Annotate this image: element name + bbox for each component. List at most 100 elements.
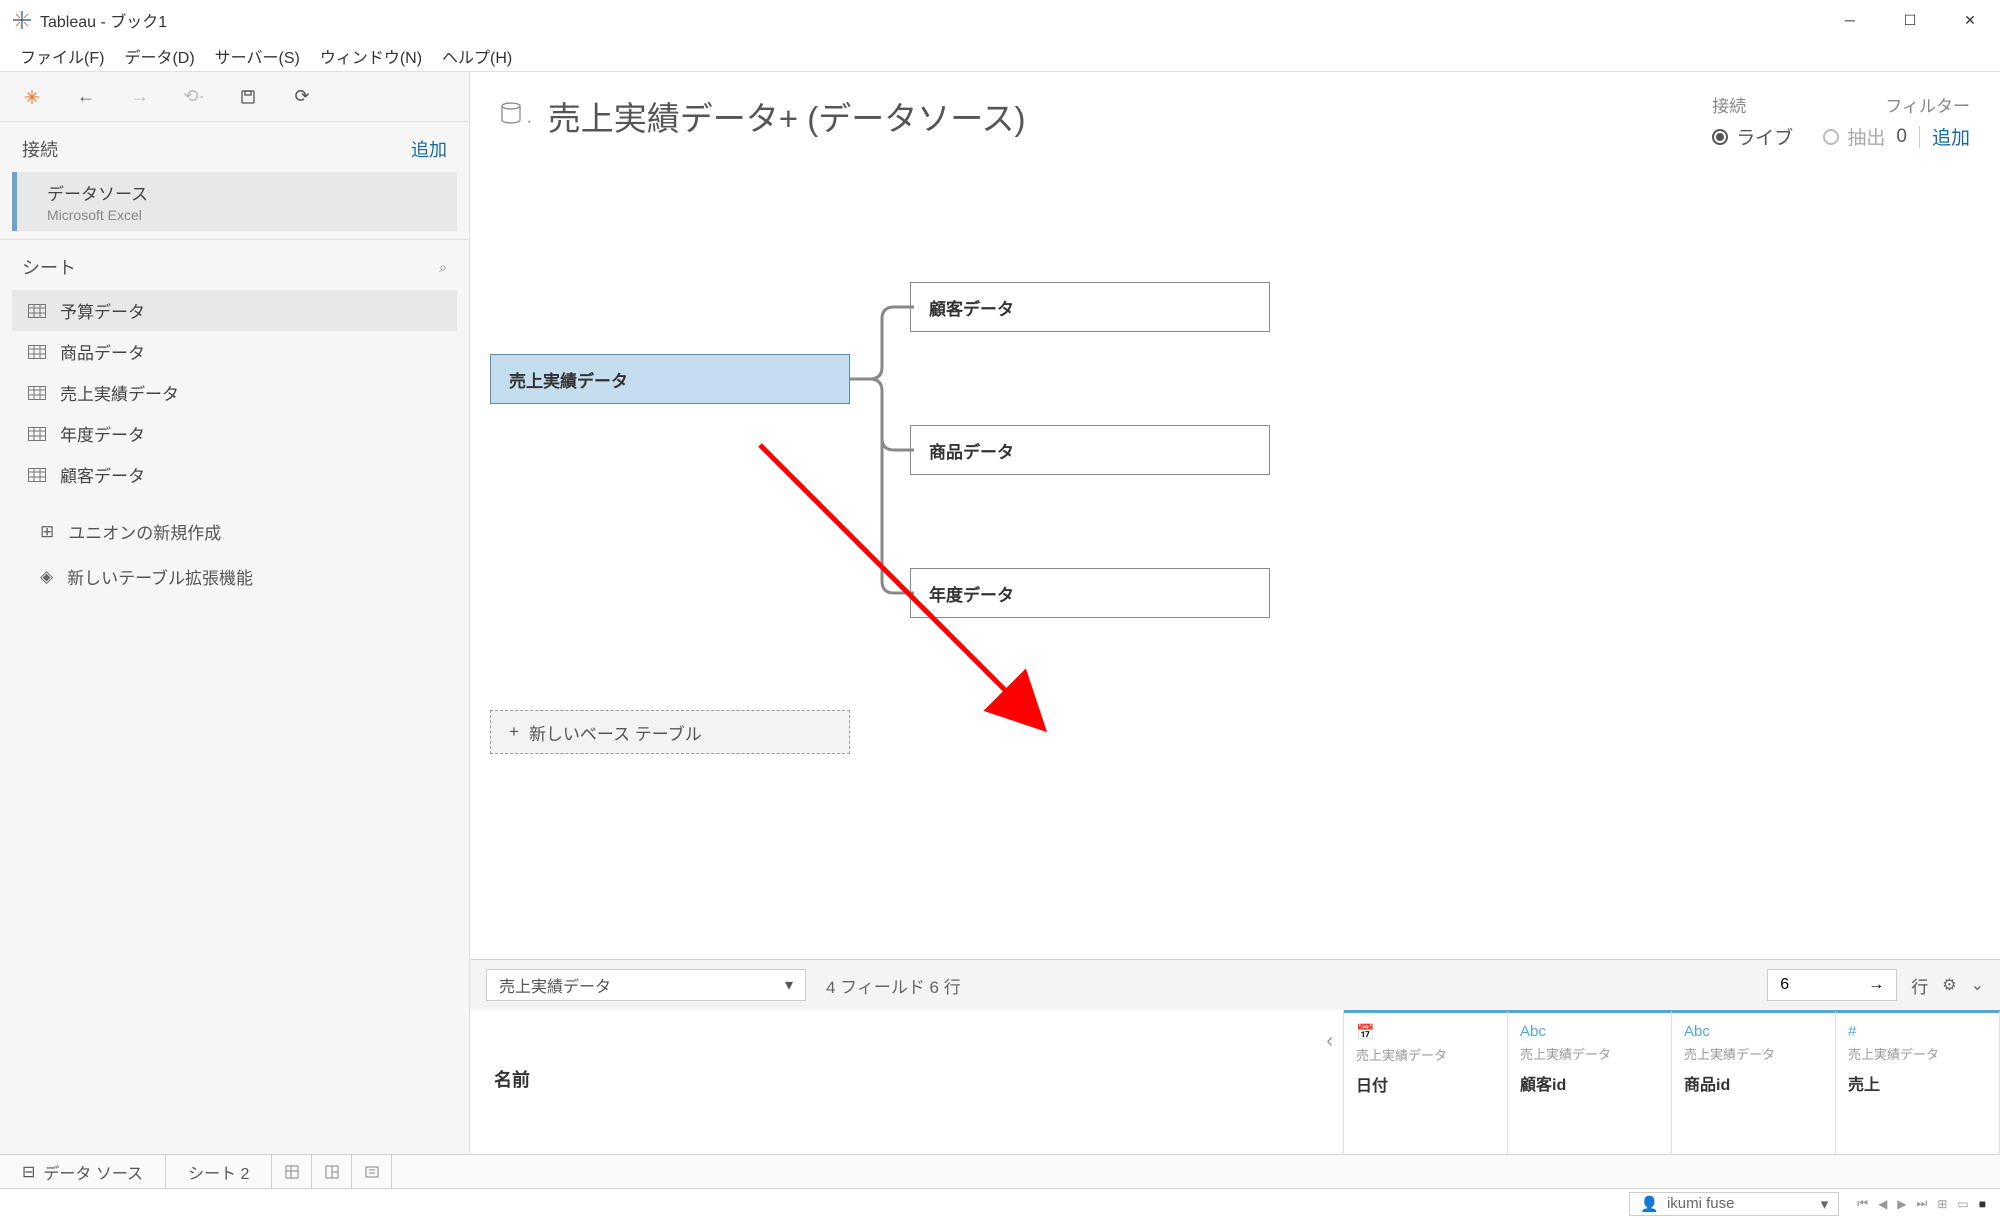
live-radio[interactable]: ライブ	[1712, 123, 1793, 150]
menu-server[interactable]: サーバー(S)	[205, 40, 310, 72]
menu-help[interactable]: ヘルプ(H)	[432, 40, 522, 72]
user-dropdown[interactable]: 👤ikumi fuse ▾	[1629, 1192, 1839, 1216]
new-union[interactable]: ⊞ ユニオンの新規作成	[12, 509, 457, 554]
sheet-label: 顧客データ	[60, 462, 145, 487]
connection-name: データソース	[47, 180, 437, 205]
view2-icon[interactable]: ■	[1979, 1197, 1986, 1211]
last-icon[interactable]: ⏭	[1917, 1196, 1928, 1211]
bottom-tabs: ⊟ データ ソース シート 2	[0, 1154, 2000, 1188]
sheets-label: シート	[22, 254, 76, 280]
preview-table-select[interactable]: 売上実績データ ▾	[486, 969, 806, 1001]
table-icon	[28, 304, 46, 318]
related-table-node[interactable]: 年度データ	[910, 568, 1270, 618]
sheet-item[interactable]: 予算データ	[12, 290, 457, 331]
union-icon: ⊞	[40, 522, 54, 542]
datasource-title[interactable]: 売上実績データ+ (データソース)	[548, 92, 1673, 140]
extension-label: 新しいテーブル拡張機能	[67, 564, 253, 589]
number-type-icon: #	[1848, 1023, 1987, 1040]
preview-column[interactable]: # 売上実績データ 売上	[1836, 1010, 2000, 1154]
tableau-icon[interactable]	[20, 88, 44, 106]
preview-column[interactable]: Abc 売上実績データ 顧客id	[1508, 1010, 1672, 1154]
root-table-node[interactable]: 売上実績データ	[490, 354, 850, 404]
new-story-icon[interactable]	[352, 1155, 392, 1188]
new-worksheet-icon[interactable]	[272, 1155, 312, 1188]
relation-canvas[interactable]: 売上実績データ 顧客データ 商品データ 年度データ + 新しいベース テーブル	[470, 160, 2000, 959]
close-button[interactable]: ✕	[1940, 0, 2000, 40]
sheet-item[interactable]: 売上実績データ	[12, 372, 457, 413]
search-icon[interactable]: ⌕	[439, 259, 447, 276]
table-icon	[28, 386, 46, 400]
string-type-icon: Abc	[1520, 1023, 1659, 1040]
prev-icon[interactable]: ◀	[1878, 1197, 1887, 1211]
maximize-button[interactable]: ☐	[1880, 0, 1940, 40]
add-connection-link[interactable]: 追加	[411, 136, 447, 162]
preview-column[interactable]: Abc 売上実績データ 商品id	[1672, 1010, 1836, 1154]
minimize-button[interactable]: ─	[1820, 0, 1880, 40]
datasource-icon: ·	[500, 102, 532, 131]
tab-sheet[interactable]: シート 2	[166, 1155, 272, 1188]
rows-input[interactable]: 6 →	[1767, 969, 1897, 1001]
add-filter-link[interactable]: 追加	[1932, 123, 1970, 150]
gear-icon[interactable]: ⚙	[1942, 975, 1956, 995]
back-icon[interactable]: ←	[74, 86, 98, 107]
connection-mode-label: 接続	[1712, 92, 1885, 117]
menu-data[interactable]: データ(D)	[114, 40, 204, 72]
connections-label: 接続	[22, 136, 58, 162]
menu-bar: ファイル(F) データ(D) サーバー(S) ウィンドウ(N) ヘルプ(H)	[0, 40, 2000, 72]
undo-redo-icon[interactable]: ⟲·	[182, 86, 206, 107]
name-column-header: 名前	[494, 1066, 1319, 1092]
new-extension[interactable]: ◈ 新しいテーブル拡張機能	[12, 554, 457, 599]
refresh-icon[interactable]: ⟳	[290, 86, 314, 107]
filter-count: 0	[1896, 126, 1907, 148]
chevron-down-icon: ▾	[785, 975, 793, 995]
connection-type: Microsoft Excel	[47, 207, 437, 223]
data-preview: 売上実績データ ▾ 4 フィールド 6 行 6 → 行 ⚙ ⌄ ‹ 名前	[470, 959, 2000, 1154]
connection-item[interactable]: データソース Microsoft Excel	[12, 172, 457, 231]
window-title: Tableau - ブック1	[40, 8, 167, 32]
nav-controls: ⏮ ◀ ▶ ⏭ ⊞ ▭ ■	[1857, 1196, 1986, 1211]
table-icon	[28, 345, 46, 359]
first-icon[interactable]: ⏮	[1857, 1196, 1868, 1211]
rows-label: 行	[1911, 973, 1928, 998]
user-icon: 👤	[1640, 1195, 1659, 1213]
extract-radio[interactable]: 抽出	[1823, 123, 1885, 150]
save-icon[interactable]	[236, 89, 260, 105]
divider	[1919, 126, 1920, 148]
sheet-label: 売上実績データ	[60, 380, 179, 405]
sheet-item[interactable]: 年度データ	[12, 413, 457, 454]
preview-field-count: 4 フィールド 6 行	[826, 973, 961, 998]
new-base-table-dropzone[interactable]: + 新しいベース テーブル	[490, 710, 850, 754]
sidebar-toolbar: ← → ⟲· ⟳	[0, 72, 469, 122]
app-logo-icon	[12, 10, 32, 30]
next-icon[interactable]: ▶	[1897, 1197, 1906, 1211]
union-label: ユニオンの新規作成	[68, 519, 221, 544]
status-bar: 👤ikumi fuse ▾ ⏮ ◀ ▶ ⏭ ⊞ ▭ ■	[0, 1188, 2000, 1218]
plus-icon: +	[509, 722, 519, 742]
chevron-down-icon: ▾	[1821, 1195, 1829, 1213]
grid-icon[interactable]: ⊞	[1937, 1197, 1947, 1211]
arrow-right-icon: →	[1868, 976, 1884, 994]
extension-icon: ◈	[40, 567, 53, 587]
date-type-icon: 📅	[1356, 1023, 1495, 1041]
chevron-left-icon[interactable]: ‹	[1326, 1030, 1333, 1053]
table-icon	[28, 468, 46, 482]
sheet-item[interactable]: 顧客データ	[12, 454, 457, 495]
left-sidebar: ← → ⟲· ⟳ 接続 追加 データソース Microsoft Excel シー…	[0, 72, 470, 1154]
menu-file[interactable]: ファイル(F)	[10, 40, 114, 72]
sheet-label: 年度データ	[60, 421, 145, 446]
related-table-node[interactable]: 商品データ	[910, 425, 1270, 475]
connector-lines	[850, 280, 920, 600]
chevron-down-icon[interactable]: ⌄	[1971, 975, 1984, 995]
new-dashboard-icon[interactable]	[312, 1155, 352, 1188]
string-type-icon: Abc	[1684, 1023, 1823, 1040]
sheet-label: 予算データ	[60, 298, 145, 323]
menu-window[interactable]: ウィンドウ(N)	[310, 40, 432, 72]
preview-column[interactable]: 📅 売上実績データ 日付	[1344, 1010, 1508, 1154]
tab-datasource[interactable]: ⊟ データ ソース	[0, 1155, 166, 1188]
sheet-item[interactable]: 商品データ	[12, 331, 457, 372]
related-table-node[interactable]: 顧客データ	[910, 282, 1270, 332]
datasource-tab-icon: ⊟	[22, 1162, 35, 1182]
title-bar: Tableau - ブック1 ─ ☐ ✕	[0, 0, 2000, 40]
forward-icon[interactable]: →	[128, 86, 152, 107]
view1-icon[interactable]: ▭	[1957, 1197, 1968, 1211]
